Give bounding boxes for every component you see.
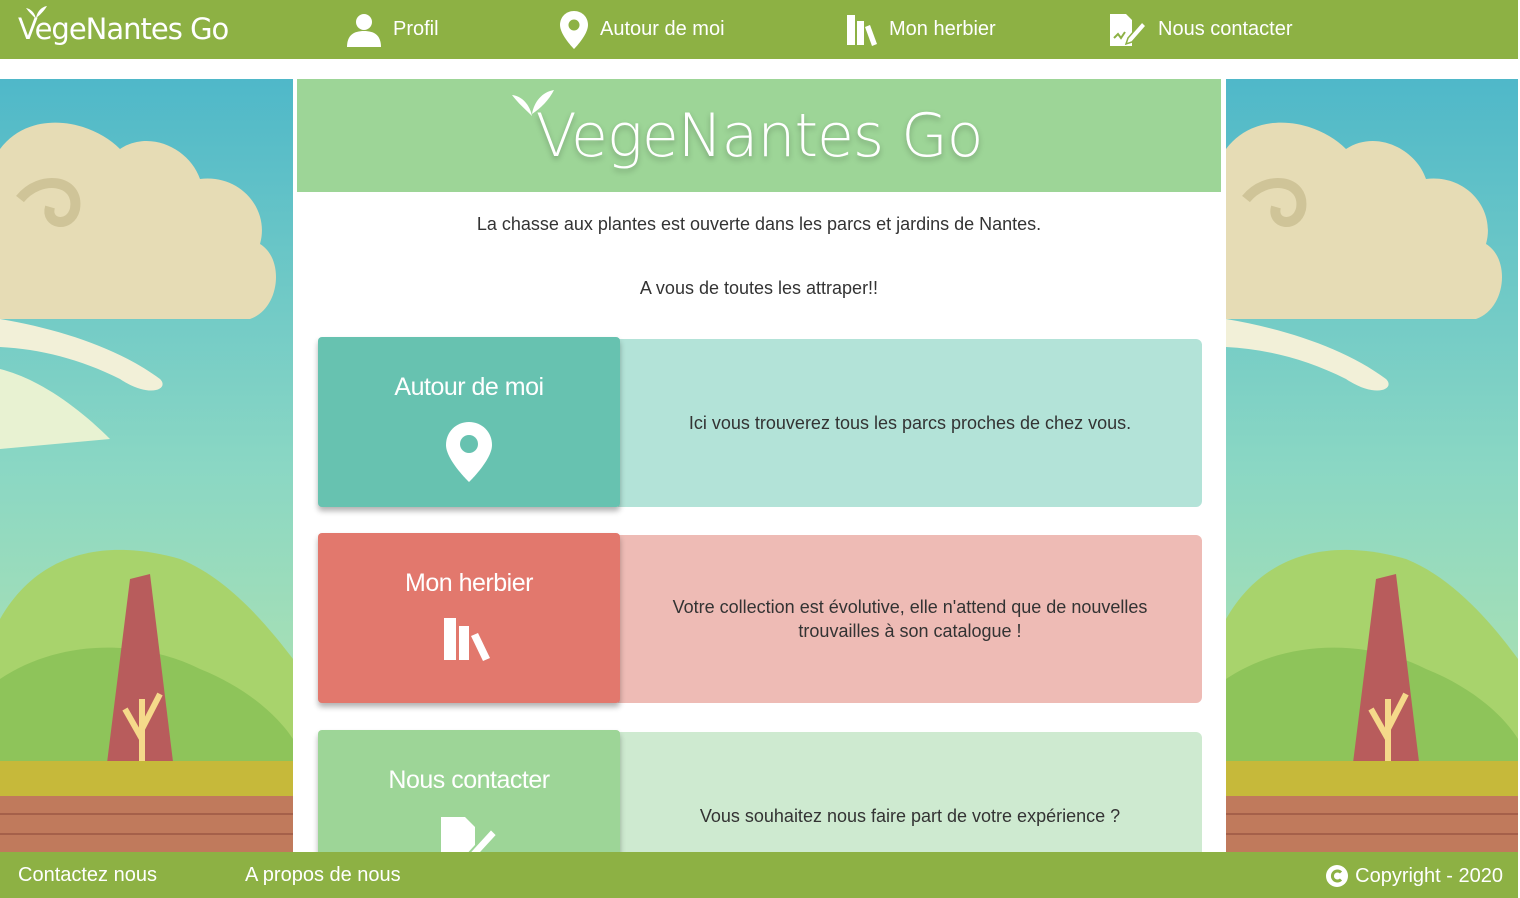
- books-icon: [444, 618, 490, 661]
- sprout-icon: [512, 90, 554, 116]
- nav-item-label: Profil: [393, 18, 439, 40]
- map-pin-icon: [560, 10, 588, 49]
- nav-item-autour-de-moi[interactable]: Autour de moi: [558, 0, 725, 59]
- feature-nous-contacter: Nous contacter Vous souhaitez nous faire…: [318, 730, 1202, 852]
- feature-mon-herbier: Mon herbier Votre collection est évoluti…: [318, 533, 1202, 703]
- copyright-text: Copyright - 2020: [1355, 864, 1503, 887]
- contact-form-icon: [1110, 13, 1148, 46]
- contact-form-icon: [441, 817, 499, 852]
- copyright: Copyright - 2020: [1325, 864, 1503, 888]
- footer-link-contact[interactable]: Contactez nous: [18, 864, 157, 887]
- feature-autour-de-moi: Autour de moi Ici vous trouverez tous le…: [318, 337, 1202, 507]
- books-icon: [847, 14, 877, 46]
- hero-title: VegeNantes Go: [535, 100, 984, 171]
- nav-item-nous-contacter[interactable]: Nous contacter: [1108, 0, 1293, 59]
- nav-item-profil[interactable]: Profil: [345, 0, 439, 59]
- feature-description: Vous souhaitez nous faire part de votre …: [618, 732, 1202, 852]
- sprout-icon: [26, 6, 47, 19]
- nav-item-mon-herbier[interactable]: Mon herbier: [845, 0, 996, 59]
- footer: Contactez nous A propos de nous Copyrigh…: [0, 852, 1518, 898]
- right-background-illustration: [1226, 79, 1518, 852]
- feature-description: Votre collection est évolutive, elle n'a…: [618, 535, 1202, 703]
- left-background-illustration: [0, 79, 293, 852]
- footer-link-about[interactable]: A propos de nous: [245, 864, 401, 887]
- map-pin-icon: [446, 422, 492, 482]
- intro-tagline: A vous de toutes les attraper!!: [639, 278, 879, 298]
- intro-text: La chasse aux plantes est ouverte dans l…: [476, 214, 1042, 234]
- feature-tile-autour-de-moi[interactable]: Autour de moi: [318, 337, 620, 507]
- feature-tile-nous-contacter[interactable]: Nous contacter: [318, 730, 620, 852]
- brand-logo[interactable]: VegeNantes Go: [18, 6, 229, 52]
- top-navbar: VegeNantes Go Profil Autour de moi Mon h…: [0, 0, 1518, 59]
- feature-tile-mon-herbier[interactable]: Mon herbier: [318, 533, 620, 703]
- main-content: VegeNantes Go La chasse aux plantes est …: [297, 79, 1221, 852]
- copyright-icon: [1326, 865, 1349, 887]
- user-icon: [347, 13, 381, 47]
- nav-item-label: Nous contacter: [1158, 18, 1293, 40]
- feature-title: Nous contacter: [388, 766, 550, 794]
- feature-title: Autour de moi: [394, 373, 544, 401]
- feature-description: Ici vous trouverez tous les parcs proche…: [618, 339, 1202, 507]
- nav-item-label: Mon herbier: [889, 18, 996, 40]
- brand-text: VegeNantes Go: [18, 12, 229, 46]
- nav-item-label: Autour de moi: [600, 18, 725, 40]
- feature-title: Mon herbier: [405, 569, 533, 597]
- hero-banner: VegeNantes Go: [297, 79, 1221, 192]
